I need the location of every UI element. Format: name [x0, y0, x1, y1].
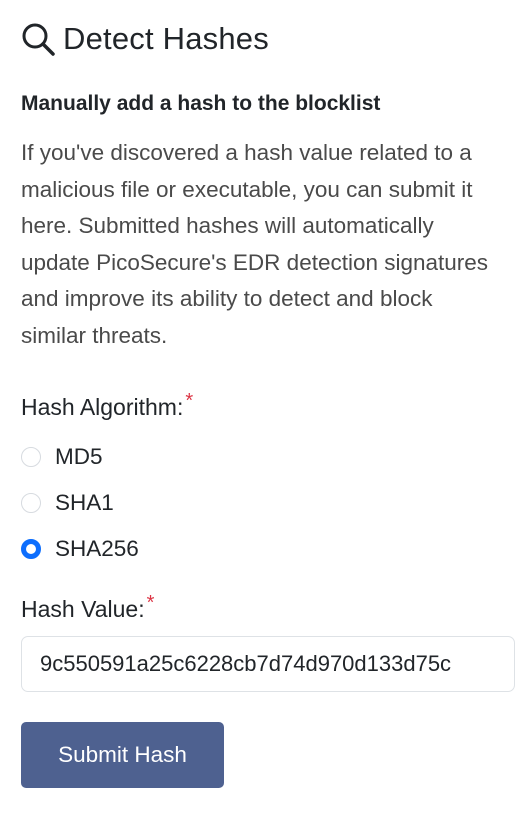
hash-algorithm-label-text: Hash Algorithm:	[21, 394, 184, 420]
sha256-radio-label: SHA256	[55, 536, 139, 561]
md5-radio-label: MD5	[55, 444, 103, 469]
hash-value-label: Hash Value: *	[21, 592, 500, 626]
hash-value-input[interactable]	[21, 636, 515, 692]
section-subheading: Manually add a hash to the blocklist	[21, 92, 381, 115]
radio-option-sha256[interactable]: SHA256	[21, 526, 500, 572]
sha256-radio[interactable]	[21, 539, 41, 559]
submit-hash-button[interactable]: Submit Hash	[21, 722, 224, 788]
hash-algorithm-label: Hash Algorithm: *	[21, 390, 500, 424]
md5-radio[interactable]	[21, 447, 41, 467]
required-asterisk: *	[185, 390, 194, 412]
page-title: Detect Hashes	[63, 21, 269, 56]
search-icon	[21, 21, 57, 57]
hash-value-label-text: Hash Value:	[21, 596, 145, 622]
sha1-radio-label: SHA1	[55, 490, 114, 515]
radio-option-sha1[interactable]: SHA1	[21, 480, 500, 526]
required-asterisk: *	[146, 592, 155, 614]
sha1-radio[interactable]	[21, 493, 41, 513]
hash-algorithm-radio-group: MD5 SHA1 SHA256	[21, 434, 500, 572]
section-description: If you've discovered a hash value relate…	[21, 140, 489, 348]
detect-hashes-page: Detect Hashes Manually add a hash to the…	[0, 19, 521, 821]
page-header: Detect Hashes	[21, 19, 500, 59]
radio-option-md5[interactable]: MD5	[21, 434, 500, 480]
